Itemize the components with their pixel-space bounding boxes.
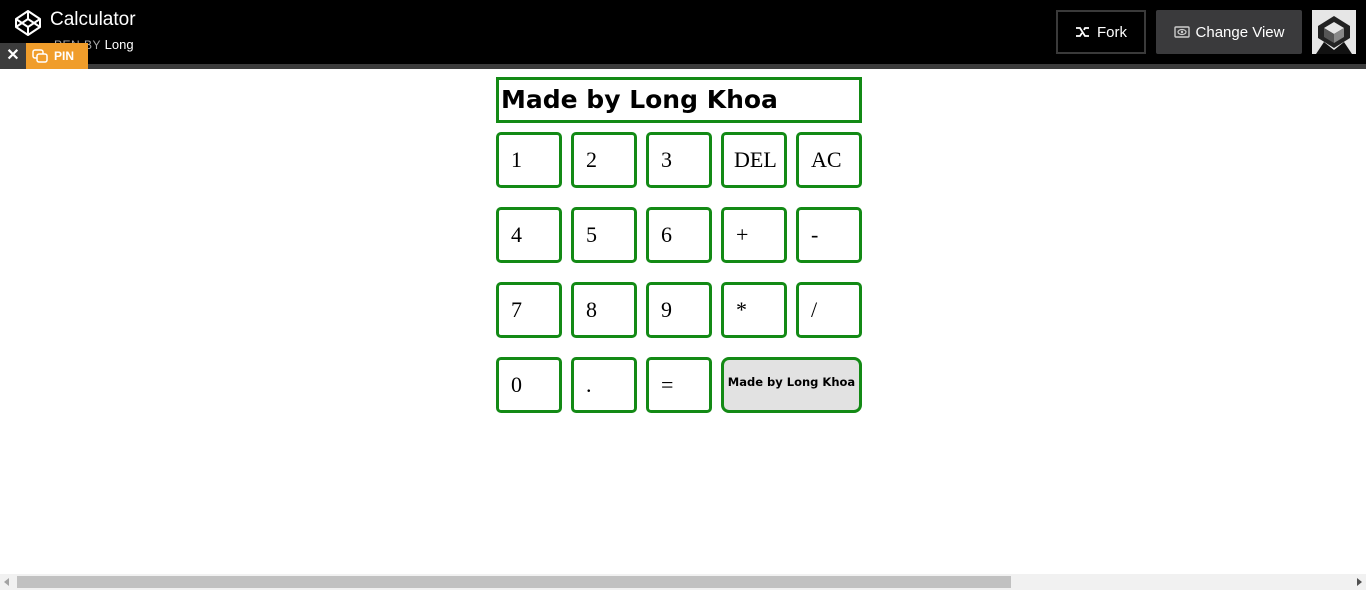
key-2[interactable]: 2 (571, 132, 637, 188)
key-plus[interactable]: + (721, 207, 787, 263)
codepen-header: Calculator PEN BY Long Fork Change View (0, 0, 1366, 64)
pin-bar: ✕ PIN (0, 43, 88, 69)
key-multiply[interactable]: * (721, 282, 787, 338)
fork-icon (1076, 27, 1089, 37)
key-equals[interactable]: = (646, 357, 712, 413)
page-title: Calculator (50, 9, 136, 30)
header-divider (0, 64, 1366, 69)
key-0[interactable]: 0 (496, 357, 562, 413)
pin-button[interactable]: PIN (26, 43, 88, 69)
key-clear[interactable]: AC (796, 132, 862, 188)
key-delete[interactable]: DEL (721, 132, 787, 188)
user-avatar-icon (1312, 10, 1356, 54)
calculator-display: Made by Long Khoa (496, 77, 862, 123)
author-link[interactable]: Long (105, 37, 134, 52)
pin-label: PIN (54, 49, 75, 63)
fork-button[interactable]: Fork (1056, 10, 1146, 54)
key-5[interactable]: 5 (571, 207, 637, 263)
horizontal-scrollbar[interactable] (0, 574, 1366, 590)
close-button[interactable]: ✕ (0, 43, 26, 69)
scroll-left-arrow-icon[interactable] (4, 578, 9, 586)
pin-icon (32, 49, 48, 63)
key-9[interactable]: 9 (646, 282, 712, 338)
change-view-label: Change View (1195, 23, 1285, 41)
credit-button[interactable]: Made by Long Khoa (721, 357, 862, 413)
fork-label: Fork (1097, 23, 1127, 41)
key-6[interactable]: 6 (646, 207, 712, 263)
key-divide[interactable]: / (796, 282, 862, 338)
scroll-right-arrow-icon[interactable] (1357, 578, 1362, 586)
key-8[interactable]: 8 (571, 282, 637, 338)
avatar[interactable] (1312, 10, 1356, 54)
codepen-logo-icon[interactable] (14, 9, 42, 37)
scrollbar-thumb[interactable] (17, 576, 1011, 588)
eye-icon (1173, 26, 1190, 38)
key-minus[interactable]: - (796, 207, 862, 263)
change-view-button[interactable]: Change View (1156, 10, 1302, 54)
key-4[interactable]: 4 (496, 207, 562, 263)
key-3[interactable]: 3 (646, 132, 712, 188)
key-decimal[interactable]: . (571, 357, 637, 413)
key-1[interactable]: 1 (496, 132, 562, 188)
key-7[interactable]: 7 (496, 282, 562, 338)
